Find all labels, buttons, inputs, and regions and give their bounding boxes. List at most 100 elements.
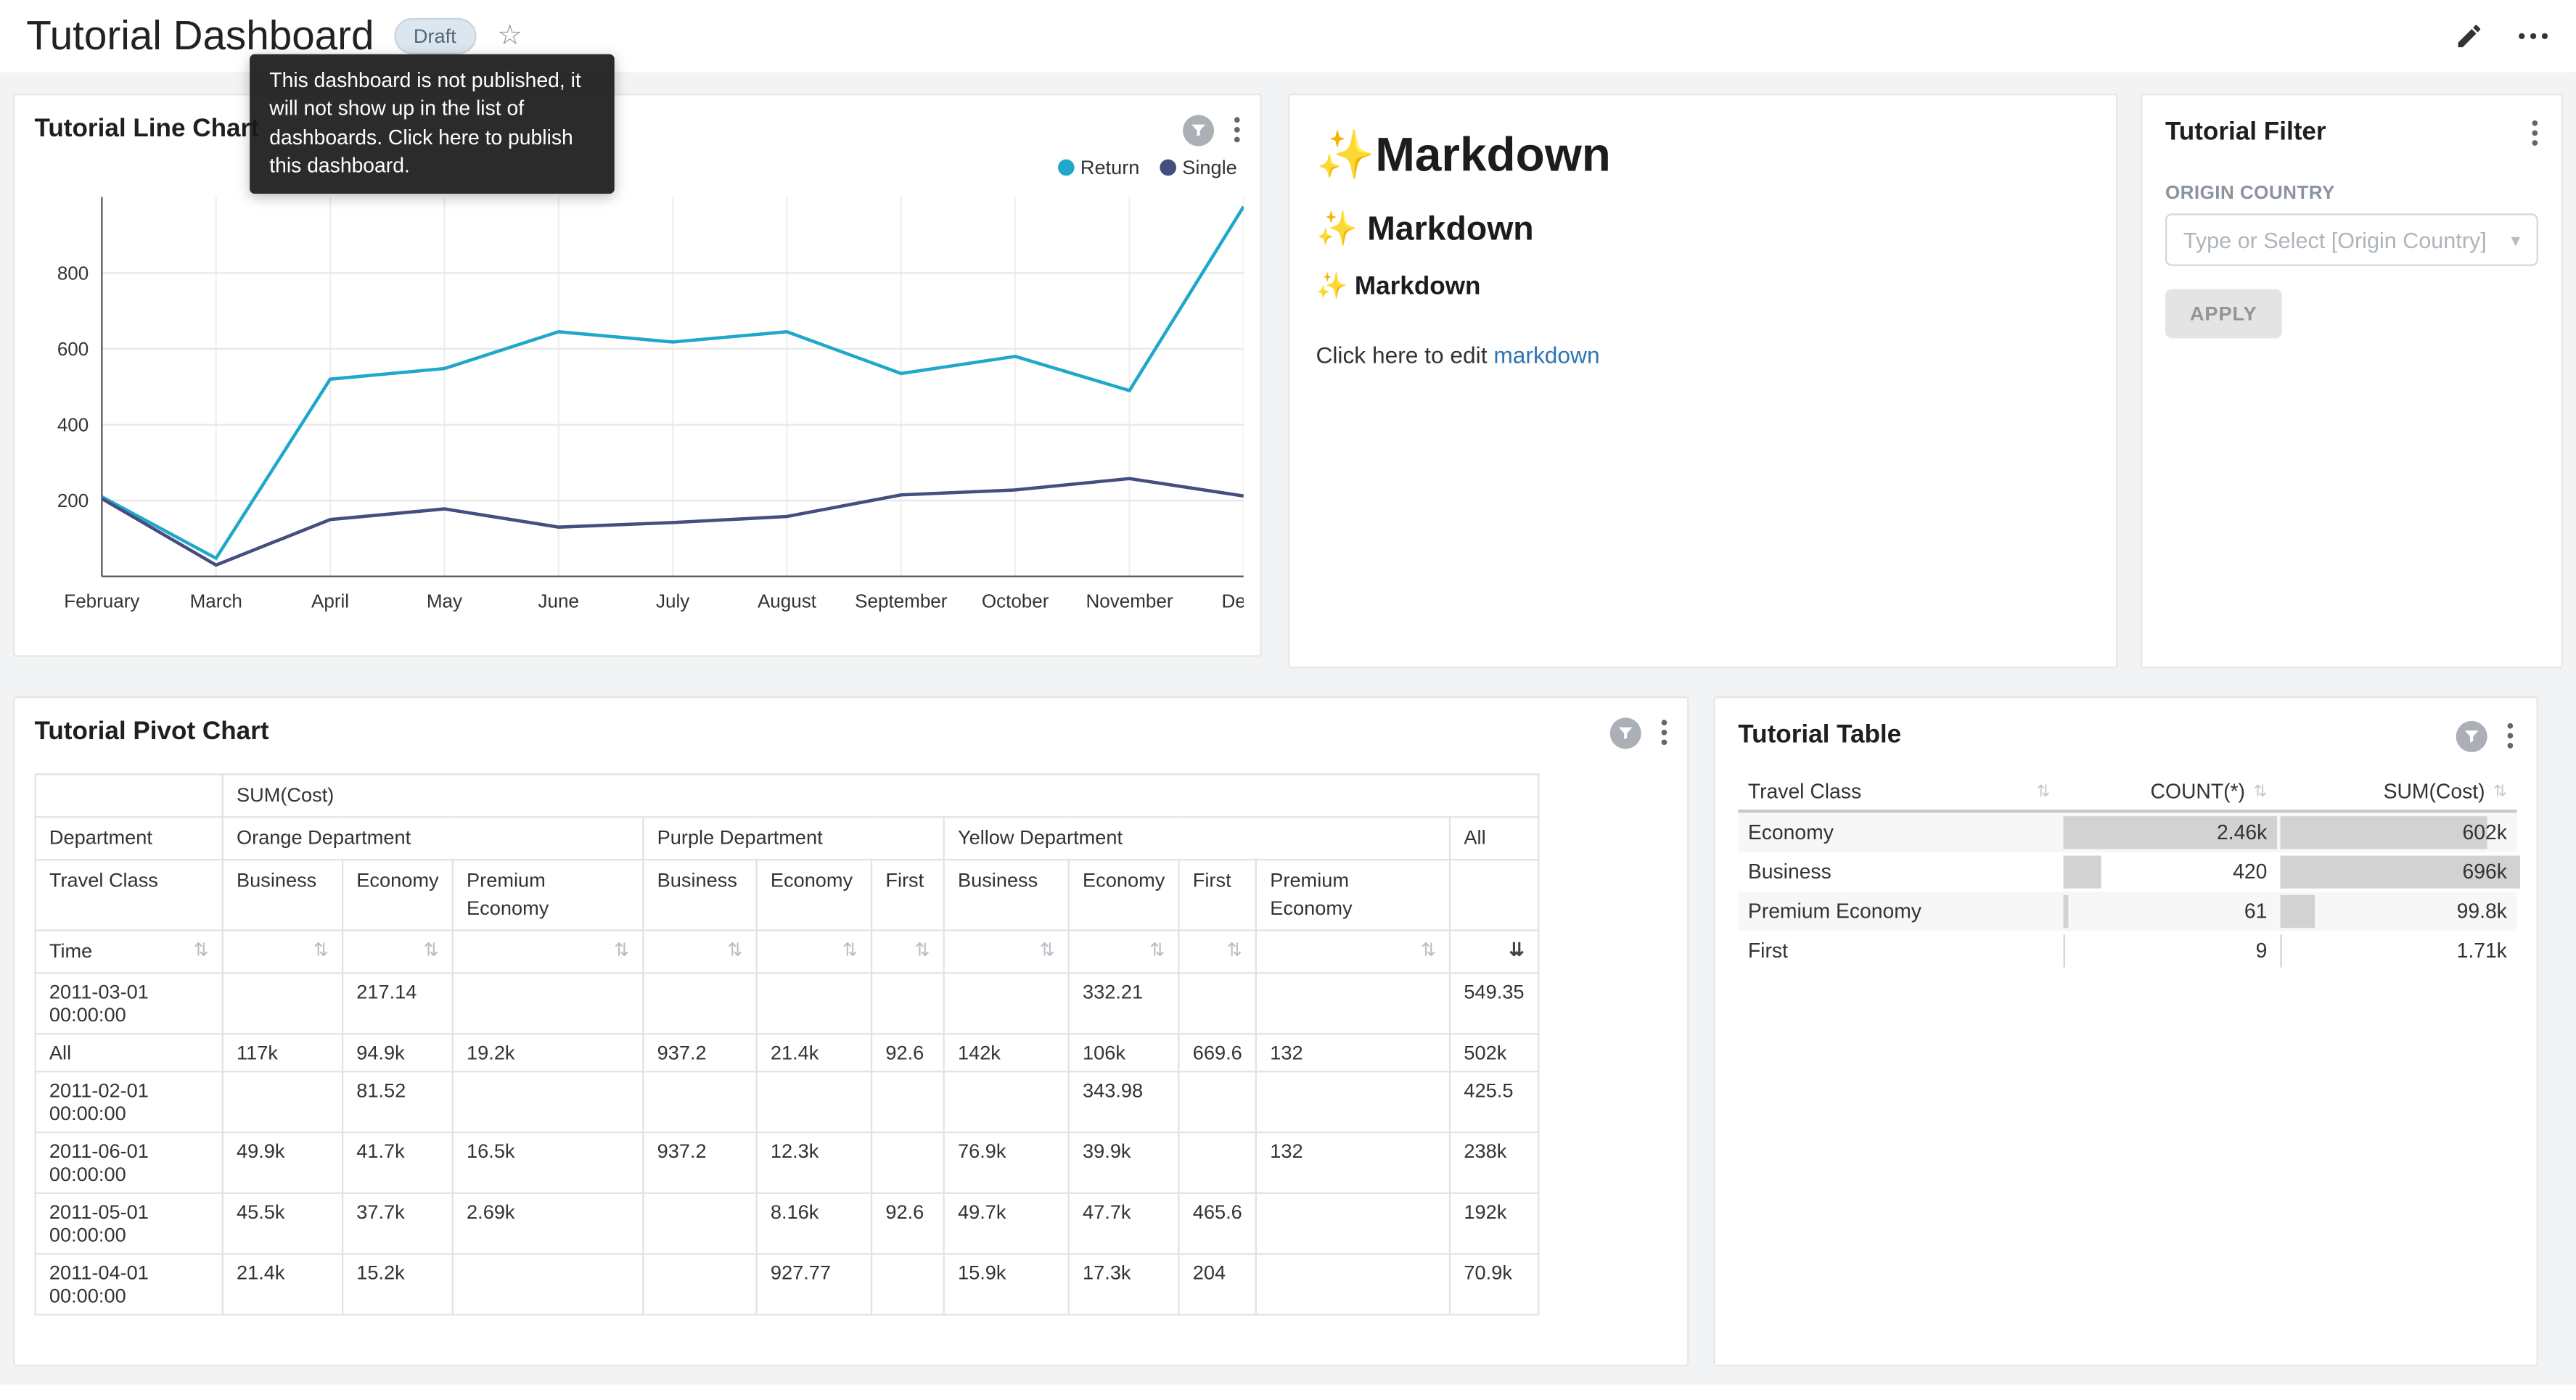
pivot-cell (1256, 973, 1450, 1034)
kebab-menu-icon[interactable] (1661, 720, 1668, 746)
origin-country-select[interactable]: Type or Select [Origin Country] ▾ (2165, 213, 2538, 265)
legend-dot (1160, 160, 1176, 176)
pivot-card-title: Tutorial Pivot Chart (35, 715, 269, 751)
pivot-cell: 37.7k (342, 1193, 453, 1254)
svg-text:June: June (538, 590, 579, 612)
pivot-cell (871, 1132, 944, 1193)
pivot-cell (453, 973, 644, 1034)
pivot-cell: 502k (1450, 1034, 1538, 1071)
pivot-metric-header: SUM(Cost) (223, 774, 1538, 817)
pivot-cell: 41.7k (342, 1132, 453, 1193)
pivot-travel-class-header: First (871, 860, 944, 930)
legend-item-return[interactable]: Return (1057, 155, 1139, 181)
svg-text:September: September (855, 590, 948, 612)
pivot-row: 2011-06-01 00:00:0049.9k41.7k16.5k937.21… (36, 1132, 1538, 1193)
pivot-cell: 17.3k (1069, 1254, 1179, 1315)
travel-class-cell: Business (1738, 852, 2060, 892)
kebab-menu-icon[interactable] (2507, 722, 2514, 749)
pivot-sort-cell: ⇅ (643, 931, 756, 973)
pivot-cell: 70.9k (1450, 1254, 1538, 1315)
table-header-sum-cost[interactable]: SUM(Cost)⇅ (2277, 773, 2517, 811)
pivot-cell: 217.14 (342, 973, 453, 1034)
sum-bar (2280, 934, 2281, 967)
filter-indicator-icon[interactable] (1610, 717, 1641, 748)
sort-icon[interactable]: ⇅ (2036, 783, 2050, 801)
sum-cell: 99.8k (2277, 892, 2517, 931)
sort-icon[interactable]: ⇅ (842, 938, 858, 964)
page-title: Tutorial Dashboard (26, 12, 374, 60)
pivot-cell (643, 1254, 756, 1315)
pivot-card-actions (1610, 717, 1668, 748)
pivot-time-cell: 2011-06-01 00:00:00 (36, 1132, 223, 1193)
pivot-cell (643, 1193, 756, 1254)
travel-class-cell: Economy (1738, 811, 2060, 852)
pivot-cell: 49.9k (223, 1132, 342, 1193)
pivot-cell (944, 1071, 1069, 1132)
draft-badge[interactable]: Draft (394, 18, 476, 54)
sum-cell: 1.71k (2277, 931, 2517, 971)
kebab-menu-icon[interactable] (1234, 117, 1240, 143)
pivot-travel-class-header (1450, 860, 1538, 930)
sort-icon[interactable]: ⇅ (2493, 783, 2507, 801)
sum-cell: 696k (2277, 852, 2517, 892)
more-menu-icon[interactable] (2516, 21, 2549, 51)
pivot-sort-cell: ⇅ (757, 931, 871, 973)
markdown-heading-2: ✨ Markdown (1316, 210, 2089, 250)
favorite-star-icon[interactable]: ☆ (497, 20, 522, 52)
edit-pencil-icon[interactable] (2454, 21, 2484, 51)
publish-tooltip[interactable]: This dashboard is not published, it will… (250, 54, 615, 194)
filter-indicator-icon[interactable] (2456, 720, 2487, 752)
pivot-travel-class-label: Travel Class (36, 860, 223, 930)
pivot-chart-card: Tutorial Pivot Chart SUM(Cost)Department… (13, 696, 1689, 1367)
sum-cell: 602k (2277, 811, 2517, 852)
filter-card-actions (2532, 120, 2538, 146)
pivot-sort-cell: ⇅ (342, 931, 453, 973)
pivot-cell: 45.5k (223, 1193, 342, 1254)
sort-icon[interactable]: ⇅ (2253, 783, 2267, 801)
sort-icon[interactable]: ⇅ (614, 938, 629, 964)
pivot-department-header: Purple Department (643, 817, 943, 860)
sort-icon[interactable]: ⇅ (1040, 938, 1055, 964)
pivot-cell (643, 1071, 756, 1132)
sort-icon[interactable]: ⇅ (1421, 938, 1436, 964)
kebab-menu-icon[interactable] (2532, 120, 2538, 146)
table-row: First91.71k (1738, 931, 2516, 971)
markdown-paragraph-text: Click here to edit (1316, 342, 1493, 368)
line-chart-card: Tutorial Line Chart ReturnSingle 2004006… (13, 94, 1262, 657)
sort-icon[interactable]: ⇅ (1227, 938, 1242, 964)
pivot-sort-cell: ⇅ (1179, 931, 1256, 973)
table-row: Economy2.46k602k (1738, 811, 2516, 852)
app-root: Tutorial Dashboard Draft ☆ This dashboar… (0, 0, 2576, 1400)
pivot-travel-class-row: Travel ClassBusiness Economy Premium Econo… (36, 860, 1538, 930)
line-chart-title: Tutorial Line Chart (35, 112, 259, 148)
sort-desc-icon[interactable]: ⇊ (1509, 938, 1525, 964)
svg-text:February: February (64, 590, 139, 612)
legend-item-single[interactable]: Single (1160, 155, 1237, 181)
markdown-link[interactable]: markdown (1493, 342, 1599, 368)
sort-icon[interactable]: ⇅ (915, 938, 930, 964)
sort-icon[interactable]: ⇅ (728, 938, 743, 964)
markdown-card[interactable]: ✨Markdown ✨ Markdown ✨ Markdown Click he… (1288, 94, 2117, 668)
apply-button[interactable]: APPLY (2165, 289, 2282, 338)
markdown-heading-3: ✨ Markdown (1316, 271, 2089, 302)
line-chart-card-actions (1183, 114, 1240, 145)
pivot-cell: 332.21 (1069, 973, 1179, 1034)
pivot-sort-row: Time⇅⇅⇅⇅⇅⇅⇅⇅⇅⇅⇅⇊ (36, 931, 1538, 973)
pivot-cell (223, 1071, 342, 1132)
dashboard-grid: Tutorial Line Chart ReturnSingle 2004006… (0, 73, 2576, 1385)
pivot-cell: 12.3k (757, 1132, 871, 1193)
svg-text:800: 800 (57, 262, 89, 284)
svg-text:July: July (656, 590, 689, 612)
table-header-travel-class[interactable]: Travel Class⇅ (1738, 773, 2060, 811)
sort-icon[interactable]: ⇅ (424, 938, 439, 964)
pivot-travel-class-header: Premium Economy (1256, 860, 1450, 930)
table-header-count[interactable]: COUNT(*)⇅ (2060, 773, 2277, 811)
pivot-travel-class-header: Economy (1069, 860, 1179, 930)
sort-icon[interactable]: ⇅ (194, 938, 209, 964)
filter-indicator-icon[interactable] (1183, 114, 1214, 145)
pivot-travel-class-header: Business (223, 860, 342, 930)
sort-icon[interactable]: ⇅ (1149, 938, 1165, 964)
sort-icon[interactable]: ⇅ (313, 938, 329, 964)
pivot-cell: 15.9k (944, 1254, 1069, 1315)
svg-text:April: April (311, 590, 349, 612)
